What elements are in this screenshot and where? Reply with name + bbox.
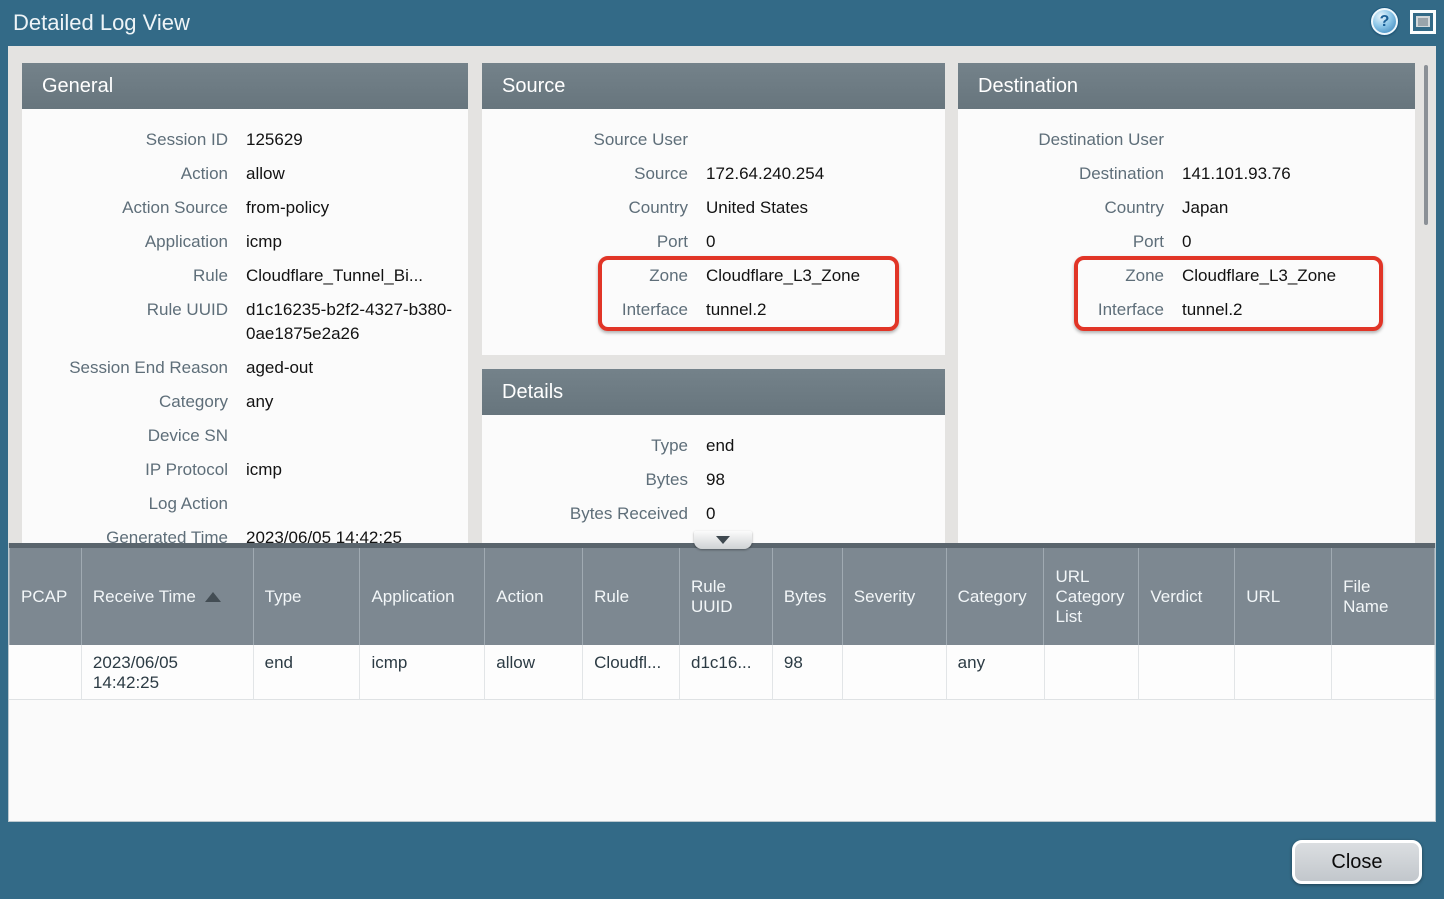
panel-general-header: General [22, 63, 468, 109]
cell-verdict [1139, 645, 1235, 700]
window-icon[interactable] [1410, 10, 1436, 34]
column-header-url-category-list[interactable]: URL Category List [1044, 548, 1139, 645]
log-detail-section: General Session ID125629 Actionallow Act… [8, 46, 1436, 543]
table-header-row: PCAP Receive Time Type Application Actio… [9, 548, 1435, 645]
kv-row-destination: Destination141.101.93.76 [958, 157, 1415, 191]
kv-row-action-source: Action Sourcefrom-policy [22, 191, 468, 225]
cell-action: allow [485, 645, 583, 700]
kv-row-bytes-received: Bytes Received0 [482, 497, 945, 531]
page-title: Detailed Log View [13, 10, 190, 36]
kv-row-category: Categoryany [22, 385, 468, 419]
panel-source: Source Source User Source172.64.240.254 … [482, 63, 945, 355]
column-header-bytes[interactable]: Bytes [773, 548, 843, 645]
panel-details-title: Details [502, 381, 563, 404]
kv-row-rule-uuid: Rule UUIDd1c16235-b2f2-4327-b380-0ae1875… [22, 293, 468, 351]
panel-details: Details Typeend Bytes98 Bytes Received0 [482, 369, 945, 543]
chevron-down-icon [716, 536, 730, 544]
kv-row-destination-user: Destination User [958, 123, 1415, 157]
cell-rule: Cloudfl... [583, 645, 680, 700]
cell-category: any [947, 645, 1045, 700]
collapse-panel-handle[interactable] [694, 531, 752, 549]
kv-row-ip-protocol: IP Protocolicmp [22, 453, 468, 487]
kv-row-source: Source172.64.240.254 [482, 157, 945, 191]
kv-row-bytes: Bytes98 [482, 463, 945, 497]
kv-row-session-end-reason: Session End Reasonaged-out [22, 351, 468, 385]
panel-source-title: Source [502, 75, 565, 98]
panel-general-body: Session ID125629 Actionallow Action Sour… [22, 109, 468, 543]
column-header-verdict[interactable]: Verdict [1139, 548, 1235, 645]
table-row[interactable]: 2023/06/05 14:42:25 end icmp allow Cloud… [9, 645, 1435, 700]
destination-zone-interface-group: ZoneCloudflare_L3_Zone Interfacetunnel.2 [958, 259, 1415, 327]
cell-receive-time: 2023/06/05 14:42:25 [82, 645, 254, 700]
panel-details-body: Typeend Bytes98 Bytes Received0 [482, 415, 945, 543]
cell-pcap [9, 645, 82, 700]
cell-application: icmp [360, 645, 485, 700]
kv-row-destination-interface: Interfacetunnel.2 [958, 293, 1415, 327]
column-header-type[interactable]: Type [254, 548, 361, 645]
kv-row-session-id: Session ID125629 [22, 123, 468, 157]
cell-url [1235, 645, 1332, 700]
column-header-action[interactable]: Action [485, 548, 583, 645]
panel-general-title: General [42, 75, 113, 98]
vertical-scrollbar-thumb[interactable] [1424, 65, 1428, 225]
panel-general: General Session ID125629 Actionallow Act… [22, 63, 468, 543]
kv-row-rule: RuleCloudflare_Tunnel_Bi... [22, 259, 468, 293]
kv-row-generated-time: Generated Time2023/06/05 14:42:25 [22, 521, 468, 543]
kv-row-source-interface: Interfacetunnel.2 [482, 293, 945, 327]
dialog-titlebar: Detailed Log View ? [0, 0, 1444, 46]
kv-row-destination-port: Port0 [958, 225, 1415, 259]
log-table: PCAP Receive Time Type Application Actio… [8, 543, 1436, 822]
source-zone-interface-group: ZoneCloudflare_L3_Zone Interfacetunnel.2 [482, 259, 945, 327]
kv-row-application: Applicationicmp [22, 225, 468, 259]
kv-row-device-sn: Device SN [22, 419, 468, 453]
cell-severity [843, 645, 947, 700]
panel-destination-body: Destination User Destination141.101.93.7… [958, 109, 1415, 543]
panel-destination: Destination Destination User Destination… [958, 63, 1415, 543]
cell-rule-uuid: d1c16... [680, 645, 773, 700]
column-header-file-name[interactable]: File Name [1332, 548, 1435, 645]
sort-ascending-icon [205, 592, 221, 602]
window-icon-glyph [1416, 16, 1430, 27]
kv-row-source-zone: ZoneCloudflare_L3_Zone [482, 259, 945, 293]
cell-bytes: 98 [773, 645, 843, 700]
panel-details-header: Details [482, 369, 945, 415]
titlebar-icons: ? [1371, 8, 1436, 35]
cell-type: end [254, 645, 361, 700]
kv-row-destination-country: CountryJapan [958, 191, 1415, 225]
column-header-rule-uuid[interactable]: Rule UUID [680, 548, 773, 645]
column-header-application[interactable]: Application [360, 548, 485, 645]
kv-row-log-action: Log Action [22, 487, 468, 521]
close-button[interactable]: Close [1292, 840, 1422, 884]
panel-source-body: Source User Source172.64.240.254 Country… [482, 109, 945, 355]
cell-file-name [1332, 645, 1435, 700]
panel-source-header: Source [482, 63, 945, 109]
kv-row-type: Typeend [482, 429, 945, 463]
kv-row-source-port: Port0 [482, 225, 945, 259]
kv-row-action: Actionallow [22, 157, 468, 191]
column-header-severity[interactable]: Severity [843, 548, 947, 645]
column-header-category[interactable]: Category [947, 548, 1045, 645]
column-header-pcap[interactable]: PCAP [9, 548, 82, 645]
kv-row-destination-zone: ZoneCloudflare_L3_Zone [958, 259, 1415, 293]
kv-row-source-user: Source User [482, 123, 945, 157]
help-icon[interactable]: ? [1371, 8, 1398, 35]
column-header-url[interactable]: URL [1235, 548, 1332, 645]
panel-destination-title: Destination [978, 75, 1078, 98]
column-header-receive-time[interactable]: Receive Time [82, 548, 254, 645]
cell-url-category-list [1045, 645, 1140, 700]
kv-row-source-country: CountryUnited States [482, 191, 945, 225]
panel-destination-header: Destination [958, 63, 1415, 109]
column-header-rule[interactable]: Rule [583, 548, 680, 645]
